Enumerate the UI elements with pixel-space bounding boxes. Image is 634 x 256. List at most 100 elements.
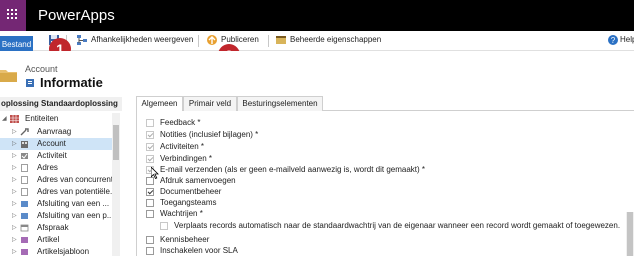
expand-arrow-icon[interactable]: ▷ [12, 198, 17, 210]
mouse-cursor-icon [151, 167, 159, 179]
page-title: Informatie [40, 75, 103, 90]
tab-primair-veld[interactable]: Primair veld [183, 96, 237, 111]
waffle-icon [7, 9, 19, 21]
dependencies-icon [77, 35, 87, 45]
form-icon [26, 79, 34, 87]
tree-item-entiteiten[interactable]: ◢ Entiteiten [0, 113, 112, 125]
expand-arrow-icon[interactable]: ▷ [12, 126, 17, 138]
tree-item-label: Afsluiting van een p... [37, 211, 114, 220]
tree-item-label: Adres van potentiële... [37, 187, 117, 196]
collapse-arrow-icon[interactable]: ◢ [2, 113, 7, 125]
checkbox[interactable] [146, 188, 154, 196]
show-dependencies-button[interactable]: Afhankelijkheden weergeven [91, 35, 193, 44]
command-bar: Bestand Afhankelijkheden weergeven Publi… [0, 31, 634, 53]
tree-item-adres[interactable]: ▷ Adres [0, 162, 112, 174]
separator [198, 35, 199, 47]
help-icon: ? [608, 35, 618, 45]
breadcrumb: Account [25, 64, 58, 74]
activity-icon [21, 153, 28, 159]
tree-scrollbar[interactable] [112, 113, 120, 256]
scrollbar-thumb[interactable] [113, 125, 119, 160]
tree-item-label: Adres van concurrent [37, 175, 114, 184]
tree-item-artikelsjabloon[interactable]: ▷ Artikelsjabloon [0, 246, 112, 256]
checkbox[interactable] [146, 131, 154, 139]
checkbox[interactable] [146, 210, 154, 218]
option-label: Kennisbeheer [160, 235, 210, 244]
calendar-icon [20, 224, 29, 232]
tree-item-label: Account [37, 139, 66, 148]
document-icon [21, 188, 28, 196]
help-button[interactable]: Help [620, 35, 634, 44]
tab-algemeen[interactable]: Algemeen [136, 96, 183, 111]
checkbox[interactable] [146, 247, 154, 255]
tree-item-label: Artikelsjabloon [37, 247, 90, 256]
folder-icon [0, 70, 17, 82]
publish-button[interactable]: Publiceren [221, 35, 259, 44]
tree-item-afsluiting-1[interactable]: ▷ Afsluiting van een ... [0, 198, 112, 210]
expand-arrow-icon[interactable]: ▷ [12, 162, 17, 174]
expand-arrow-icon[interactable]: ▷ [12, 186, 17, 198]
solution-tree: ◢ Entiteiten ▷ Aanvraag ▷ Account ▷ Acti… [0, 113, 120, 256]
tree-item-label: Activiteit [37, 151, 67, 160]
checkbox[interactable] [146, 199, 154, 207]
tree-item-afspraak[interactable]: ▷ Afspraak [0, 222, 112, 234]
publish-icon [207, 35, 217, 45]
tree-item-label: Aanvraag [37, 127, 72, 136]
tree-item-activiteit[interactable]: ▷ Activiteit [0, 150, 112, 162]
checkbox[interactable] [146, 155, 154, 163]
tree-item-label: Adres [37, 163, 58, 172]
option-label: Activiteiten * [160, 142, 205, 151]
solution-header: oplossing Standaardoplossing [0, 97, 122, 111]
option-label: E-mail verzenden (als er geen e-mailveld… [160, 165, 426, 174]
tree-item-account[interactable]: ▷ Account [0, 138, 112, 150]
option-label: Toegangsteams [160, 198, 217, 207]
option-label: Afdruk samenvoegen [160, 176, 236, 185]
tree-item-label: Afspraak [37, 223, 69, 232]
app-launcher-button[interactable] [0, 0, 26, 31]
content-scrollbar[interactable] [626, 212, 634, 256]
option-label: Documentbeheer [160, 187, 222, 196]
expand-arrow-icon[interactable]: ▷ [12, 246, 17, 256]
option-label: Notities (inclusief bijlagen) * [160, 130, 259, 139]
expand-arrow-icon[interactable]: ▷ [12, 138, 17, 150]
checkbox[interactable] [146, 119, 154, 127]
svg-text:?: ? [611, 36, 616, 45]
option-label: Inschakelen voor SLA [160, 246, 238, 255]
option-label: Feedback * [160, 118, 201, 127]
expand-arrow-icon[interactable]: ▷ [12, 222, 17, 234]
entity-grid-icon [10, 115, 19, 123]
tree-item-artikel[interactable]: ▷ Artikel [0, 234, 112, 246]
document-icon [21, 164, 28, 172]
managed-properties-button[interactable]: Beheerde eigenschappen [290, 35, 381, 44]
option-label: Verplaats records automatisch naar de st… [174, 221, 621, 230]
managed-properties-icon [276, 36, 286, 44]
tree-item-adres-van-potentiele[interactable]: ▷ Adres van potentiële... [0, 186, 117, 198]
close-record-icon [21, 213, 28, 219]
expand-arrow-icon[interactable]: ▷ [12, 210, 17, 222]
checkbox[interactable] [146, 236, 154, 244]
article-icon [21, 237, 28, 243]
expand-arrow-icon[interactable]: ▷ [12, 234, 17, 246]
expand-arrow-icon[interactable]: ▷ [12, 174, 17, 186]
tree-item-aanvraag[interactable]: ▷ Aanvraag [0, 126, 112, 138]
option-label: Wachtrijen * [160, 209, 203, 218]
app-title: PowerApps [38, 7, 115, 24]
tab-besturingselementen[interactable]: Besturingselementen [237, 96, 323, 111]
scrollbar-thumb[interactable] [627, 212, 633, 256]
tree-item-label: Afsluiting van een ... [37, 199, 110, 208]
close-record-icon [21, 201, 28, 207]
tree-item-afsluiting-2[interactable]: ▷ Afsluiting van een p... [0, 210, 114, 222]
page-header: Account Informatie [0, 51, 634, 96]
expand-arrow-icon[interactable]: ▷ [12, 150, 17, 162]
document-icon [21, 176, 28, 184]
building-icon [21, 141, 28, 148]
article-template-icon [21, 249, 28, 255]
tree-item-label: Entiteiten [25, 114, 59, 123]
tree-item-adres-van-concurrent[interactable]: ▷ Adres van concurrent [0, 174, 114, 186]
tree-item-label: Artikel [37, 235, 60, 244]
checkbox[interactable] [146, 143, 154, 151]
separator [268, 35, 269, 47]
checkbox[interactable] [160, 222, 168, 230]
top-bar: PowerApps [0, 0, 634, 31]
option-label: Verbindingen * [160, 154, 213, 163]
